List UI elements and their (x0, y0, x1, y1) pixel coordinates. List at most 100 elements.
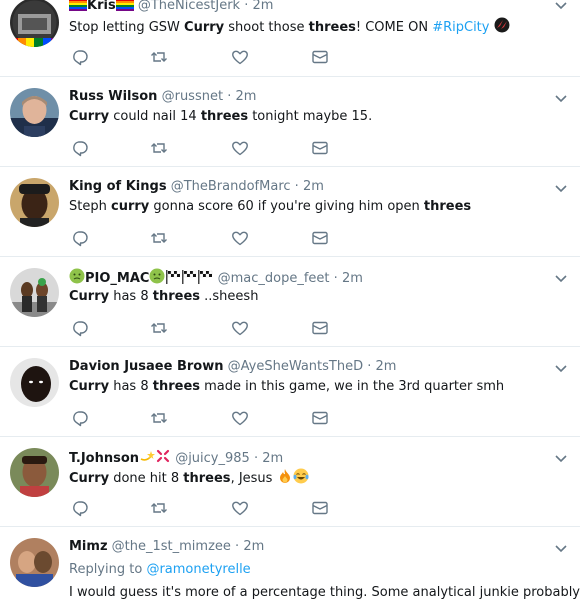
tweet-text: Curry has 8 threes made in this game, we… (69, 378, 504, 396)
text-highlight: Curry (69, 109, 110, 124)
timestamp[interactable]: 2m (262, 451, 283, 466)
display-name[interactable]: PIO_MAC (85, 271, 149, 286)
text-highlight: threes (152, 289, 201, 304)
replying-to-label: Replying to (69, 562, 147, 577)
chevron-down-icon[interactable] (554, 271, 568, 285)
tweet-actions (69, 48, 369, 68)
text-highlight: threes (200, 109, 249, 124)
retweet-icon[interactable] (150, 319, 168, 337)
display-name[interactable]: King of Kings (69, 179, 167, 194)
username[interactable]: @AyeSheWantsTheD (228, 359, 363, 374)
checkered-flag-icon (181, 270, 197, 290)
envelope-icon[interactable] (311, 319, 329, 337)
tweet[interactable]: Russ Wilson @russnet · 2m Curry could na… (0, 77, 580, 167)
text-highlight: Curry (69, 379, 110, 394)
chevron-down-icon[interactable] (554, 0, 568, 12)
avatar[interactable] (10, 178, 59, 227)
display-name[interactable]: Kris (87, 0, 116, 13)
text-segment: done hit 8 (109, 471, 184, 486)
tweet[interactable]: Davion Jusaee Brown @AyeSheWantsTheD · 2… (0, 347, 580, 437)
tweet-text: Stop letting GSW Curry shoot those three… (69, 17, 510, 39)
chevron-down-icon[interactable] (554, 541, 568, 555)
avatar[interactable] (10, 448, 59, 497)
heart-icon[interactable] (231, 139, 249, 157)
retweet-icon[interactable] (150, 139, 168, 157)
reply-icon[interactable] (71, 409, 89, 427)
display-name[interactable]: T.Johnson (69, 451, 139, 466)
retweet-icon[interactable] (150, 229, 168, 247)
heart-icon[interactable] (231, 48, 249, 66)
chevron-down-icon[interactable] (554, 91, 568, 105)
chevron-down-icon[interactable] (554, 181, 568, 195)
tweet[interactable]: PIO_MAC @mac_dope_feet · 2m Curry has 8 … (0, 257, 580, 347)
username[interactable]: @TheNicestJerk (138, 0, 240, 13)
retweet-icon[interactable] (150, 48, 168, 66)
tweet-header: King of Kings @TheBrandofMarc · 2m (69, 178, 324, 196)
reply-icon[interactable] (71, 48, 89, 66)
avatar[interactable] (10, 88, 59, 137)
tweet[interactable]: King of Kings @TheBrandofMarc · 2m Steph… (0, 167, 580, 257)
hashtag-link[interactable]: #RipCity (432, 20, 489, 35)
tweet-text: Curry could nail 14 threes tonight maybe… (69, 108, 372, 126)
reply-icon[interactable] (71, 319, 89, 337)
timestamp[interactable]: 2m (235, 89, 256, 104)
heart-icon[interactable] (231, 229, 249, 247)
username[interactable]: @russnet (162, 89, 223, 104)
avatar[interactable] (10, 268, 59, 317)
timestamp[interactable]: 2m (342, 271, 363, 286)
display-name[interactable]: Davion Jusaee Brown (69, 359, 223, 374)
text-segment: made in this game, we in the 3rd quarter… (200, 379, 505, 394)
display-name[interactable]: Mimz (69, 539, 108, 554)
separator: · (244, 0, 249, 13)
username[interactable]: @the_1st_mimzee (112, 539, 231, 554)
text-highlight: threes (183, 471, 231, 486)
avatar[interactable] (10, 358, 59, 407)
tweet-header: Mimz @the_1st_mimzee · 2m (69, 538, 264, 556)
heart-icon[interactable] (231, 409, 249, 427)
reply-icon[interactable] (71, 499, 89, 517)
chevron-down-icon[interactable] (554, 451, 568, 465)
anger-symbol-icon (155, 448, 171, 470)
chevron-down-icon[interactable] (554, 361, 568, 375)
envelope-icon[interactable] (311, 139, 329, 157)
retweet-icon[interactable] (150, 499, 168, 517)
text-segment: I would guess it's more of a percentage … (69, 585, 580, 600)
text-segment: ..sheesh (200, 289, 259, 304)
envelope-icon[interactable] (311, 409, 329, 427)
tweet[interactable]: Kris @TheNicestJerk · 2m Stop letting GS… (0, 0, 580, 77)
text-segment: Steph (69, 199, 111, 214)
reply-icon[interactable] (71, 139, 89, 157)
tweet-actions (69, 319, 369, 339)
timestamp[interactable]: 2m (253, 0, 274, 13)
envelope-icon[interactable] (311, 229, 329, 247)
tweet-text: Curry has 8 threes ..sheesh (69, 288, 258, 306)
retweet-icon[interactable] (150, 409, 168, 427)
nauseated-face-icon (149, 268, 165, 290)
mention-link[interactable]: @ramonetyrelle (146, 562, 250, 577)
username[interactable]: @TheBrandofMarc (171, 179, 291, 194)
avatar[interactable] (10, 538, 59, 587)
text-segment: , Jesus (230, 471, 277, 486)
timestamp[interactable]: 2m (303, 179, 324, 194)
rainbow-flag-icon (69, 0, 87, 17)
display-name[interactable]: Russ Wilson (69, 89, 157, 104)
text-segment: tonight maybe 15. (248, 109, 373, 124)
heart-icon[interactable] (231, 319, 249, 337)
text-highlight: curry (110, 199, 150, 214)
text-segment: Stop letting GSW (69, 20, 185, 35)
tweet[interactable]: T.Johnson @juicy_985 · 2m Curry done hit… (0, 437, 580, 527)
username[interactable]: @mac_dope_feet (218, 271, 330, 286)
heart-icon[interactable] (231, 499, 249, 517)
envelope-icon[interactable] (311, 48, 329, 66)
tweet-header: Davion Jusaee Brown @AyeSheWantsTheD · 2… (69, 358, 396, 376)
avatar[interactable] (10, 0, 59, 47)
text-highlight: Curry (69, 289, 110, 304)
timestamp[interactable]: 2m (376, 359, 397, 374)
reply-icon[interactable] (71, 229, 89, 247)
timestamp[interactable]: 2m (243, 539, 264, 554)
tweet[interactable]: Mimz @the_1st_mimzee · 2m Replying to @r… (0, 527, 580, 609)
tweet-actions (69, 229, 369, 249)
text-segment: gonna score 60 if you're giving him open (149, 199, 424, 214)
username[interactable]: @juicy_985 (175, 451, 250, 466)
envelope-icon[interactable] (311, 499, 329, 517)
